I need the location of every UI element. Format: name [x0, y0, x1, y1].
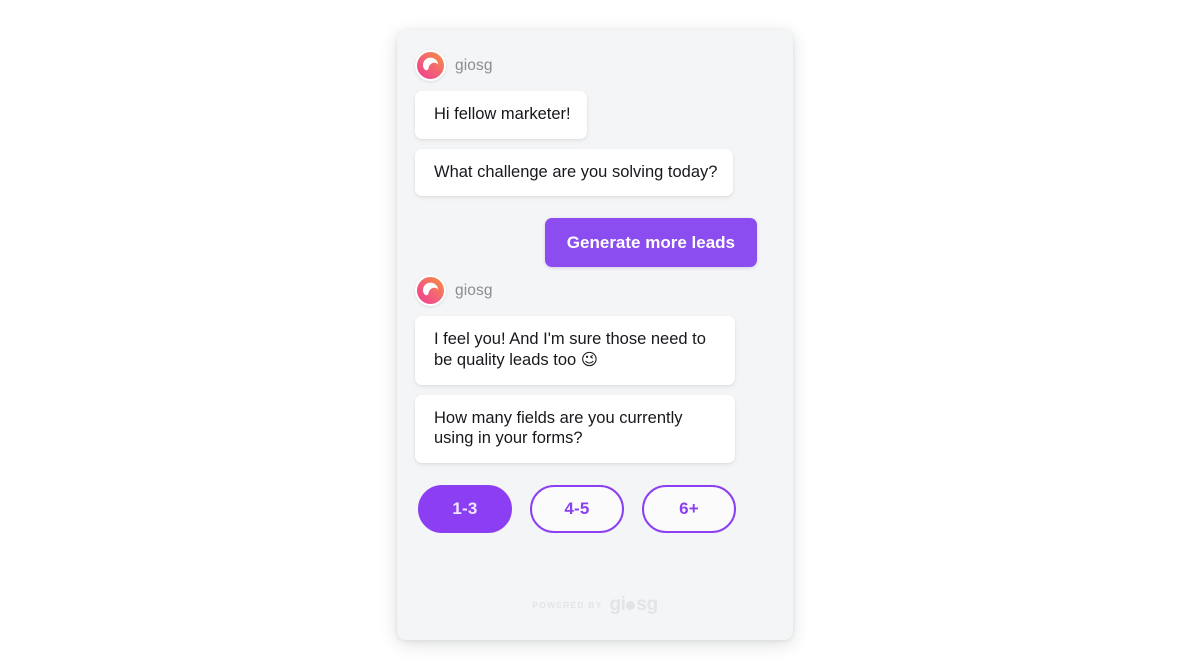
quick-reply-options: 1-3 4-5 6+: [415, 484, 763, 533]
giosg-wordmark-prefix: gi: [609, 594, 626, 615]
message-group-1: Hi fellow marketer! What challenge are y…: [415, 91, 763, 206]
powered-by-footer[interactable]: POWERED BY gi sg: [397, 595, 793, 614]
giosg-avatar-icon: [415, 50, 446, 81]
user-reply-bubble[interactable]: Generate more leads: [544, 218, 757, 268]
quick-reply-option-1-3[interactable]: 1-3: [418, 484, 512, 533]
powered-by-label: POWERED BY: [532, 599, 603, 610]
sender-name-label: giosg: [455, 282, 493, 299]
sender-name-label: giosg: [455, 56, 493, 74]
user-reply-row: Generate more leads: [415, 218, 763, 268]
bot-message-bubble: How many fields are you currently using …: [415, 394, 735, 463]
quick-reply-option-4-5[interactable]: 4-5: [530, 484, 624, 533]
chat-widget-panel: giosg Hi fellow marketer! What challenge…: [397, 30, 793, 640]
giosg-wordmark-suffix: sg: [636, 594, 658, 615]
sender-header-1: giosg: [415, 50, 763, 81]
giosg-avatar-icon: [415, 275, 446, 307]
sender-header-2: giosg: [415, 275, 763, 307]
bot-message-bubble: Hi fellow marketer!: [415, 91, 587, 139]
giosg-wordmark-logo: gi sg: [609, 594, 659, 615]
message-group-2: I feel you! And I'm sure those need to b…: [415, 316, 763, 473]
page-root: giosg Hi fellow marketer! What challenge…: [0, 0, 1200, 670]
quick-reply-option-6-plus[interactable]: 6+: [642, 484, 736, 533]
chat-message-scroll-area[interactable]: giosg Hi fellow marketer! What challenge…: [397, 30, 793, 640]
bot-message-bubble: What challenge are you solving today?: [415, 148, 734, 197]
bot-message-bubble: I feel you! And I'm sure those need to b…: [415, 316, 735, 385]
giosg-wordmark-dot-icon: [626, 601, 636, 610]
